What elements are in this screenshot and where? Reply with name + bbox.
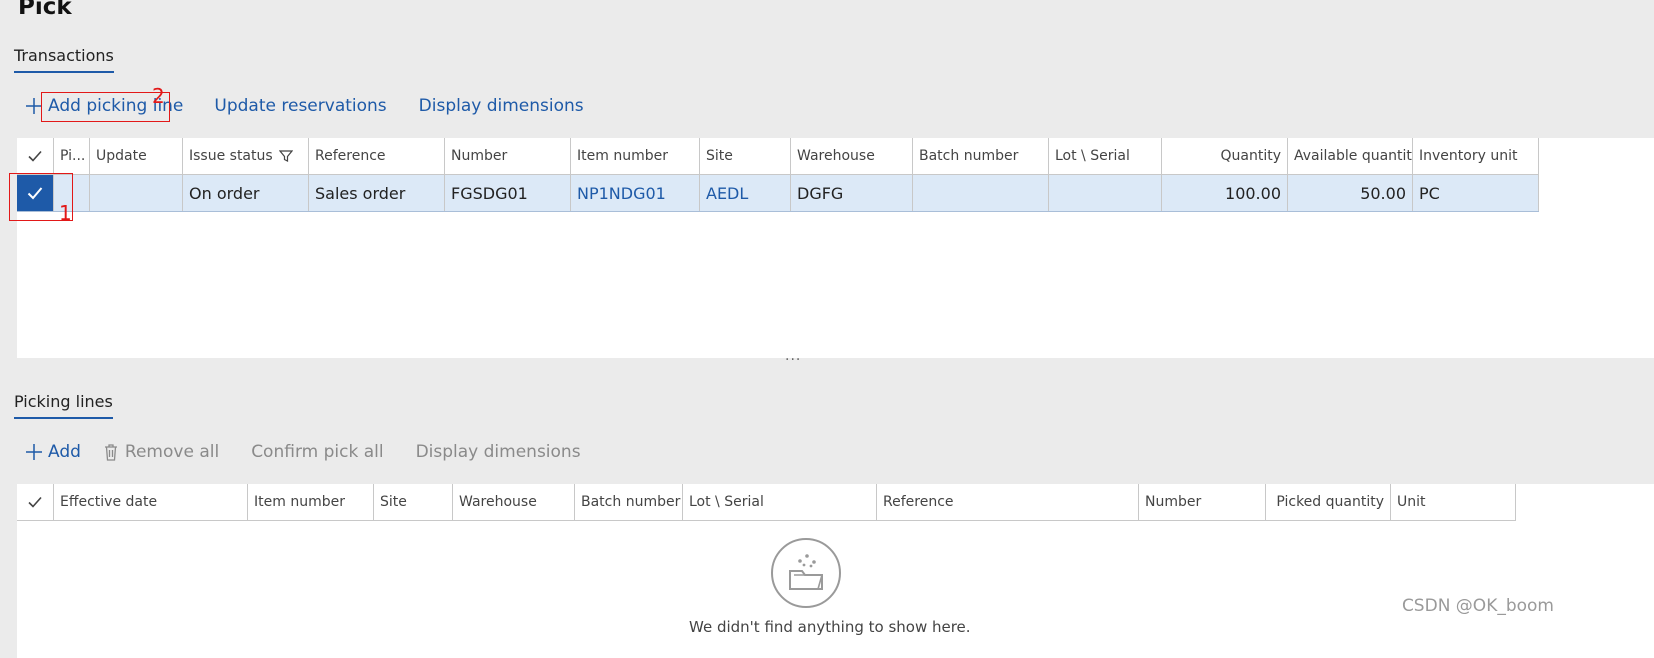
issue-status-label: Issue status: [189, 148, 273, 164]
column-header-unit[interactable]: Unit: [1391, 484, 1516, 520]
transactions-grid: Pi... Update Issue status Reference Numb…: [17, 138, 1654, 358]
add-label: Add: [48, 442, 81, 462]
checkmark-icon: [28, 150, 42, 162]
add-button[interactable]: Add: [24, 442, 81, 462]
cell-available-quantity[interactable]: 50.00: [1288, 175, 1413, 211]
tab-picking-lines[interactable]: Picking lines: [14, 392, 113, 419]
column-header-reference[interactable]: Reference: [309, 138, 445, 174]
cell-site-link[interactable]: AEDL: [700, 175, 791, 211]
column-header-site[interactable]: Site: [700, 138, 791, 174]
update-reservations-button[interactable]: Update reservations: [214, 96, 386, 116]
column-header-site[interactable]: Site: [374, 484, 453, 520]
column-header-item-number[interactable]: Item number: [248, 484, 374, 520]
column-header-item-number[interactable]: Item number: [571, 138, 700, 174]
empty-folder-icon: [771, 538, 841, 608]
column-header-warehouse[interactable]: Warehouse: [453, 484, 575, 520]
column-header-quantity[interactable]: Quantity: [1162, 138, 1288, 174]
column-header-number[interactable]: Number: [445, 138, 571, 174]
cell-item-number-link[interactable]: NP1NDG01: [571, 175, 700, 211]
filter-icon: [278, 150, 293, 162]
annotation-number-2: 2: [152, 84, 165, 108]
watermark: CSDN @OK_boom: [1401, 596, 1554, 616]
checkmark-icon: [28, 496, 42, 508]
cell-batch-number[interactable]: [913, 175, 1049, 211]
cell-inventory-unit[interactable]: PC: [1413, 175, 1539, 211]
column-header-picked-quantity[interactable]: Picked quantity: [1266, 484, 1391, 520]
trash-icon: [104, 444, 117, 461]
picking-lines-toolbar: Add Remove all Confirm pick all Display …: [24, 442, 581, 462]
picking-lines-grid-header: Effective date Item number Site Warehous…: [17, 484, 1516, 521]
column-header-pick[interactable]: Pi...: [54, 138, 90, 174]
column-header-number[interactable]: Number: [1139, 484, 1266, 520]
remove-all-button[interactable]: Remove all: [101, 442, 219, 462]
picking-lines-grid: Effective date Item number Site Warehous…: [17, 484, 1654, 658]
empty-state-message: We didn't find anything to show here.: [689, 618, 971, 636]
column-header-lot-serial[interactable]: Lot \ Serial: [1049, 138, 1162, 174]
table-row[interactable]: On order Sales order FGSDG01 NP1NDG01 AE…: [17, 175, 1539, 212]
confirm-pick-all-button[interactable]: Confirm pick all: [251, 442, 383, 462]
column-header-reference[interactable]: Reference: [877, 484, 1139, 520]
display-dimensions-button[interactable]: Display dimensions: [416, 442, 581, 462]
column-header-lot-serial[interactable]: Lot \ Serial: [683, 484, 877, 520]
remove-all-label: Remove all: [124, 442, 220, 462]
column-header-warehouse[interactable]: Warehouse: [791, 138, 913, 174]
column-header-batch-number[interactable]: Batch number: [913, 138, 1049, 174]
cell-update[interactable]: [90, 175, 183, 211]
column-header-effective-date[interactable]: Effective date: [54, 484, 248, 520]
cell-warehouse[interactable]: DGFG: [791, 175, 913, 211]
select-all-checkbox[interactable]: [17, 484, 54, 520]
column-header-batch-number[interactable]: Batch number: [575, 484, 683, 520]
transactions-grid-header: Pi... Update Issue status Reference Numb…: [17, 138, 1539, 175]
panel-resize-handle[interactable]: ...: [785, 348, 801, 364]
cell-lot-serial[interactable]: [1049, 175, 1162, 211]
plus-icon: [26, 444, 42, 460]
display-dimensions-button[interactable]: Display dimensions: [419, 96, 584, 116]
page-title: Pick: [18, 0, 72, 20]
column-header-update[interactable]: Update: [90, 138, 183, 174]
column-header-available-quantity[interactable]: Available quantity: [1288, 138, 1413, 174]
select-all-checkbox[interactable]: [17, 138, 54, 174]
cell-number[interactable]: FGSDG01: [445, 175, 571, 211]
column-header-issue-status[interactable]: Issue status: [183, 138, 309, 174]
column-header-inventory-unit[interactable]: Inventory unit: [1413, 138, 1539, 174]
annotation-box-2: [41, 92, 170, 122]
annotation-number-1: 1: [59, 201, 72, 225]
cell-issue-status[interactable]: On order: [183, 175, 309, 211]
tab-transactions[interactable]: Transactions: [14, 46, 114, 73]
cell-quantity[interactable]: 100.00: [1162, 175, 1288, 211]
cell-reference[interactable]: Sales order: [309, 175, 445, 211]
